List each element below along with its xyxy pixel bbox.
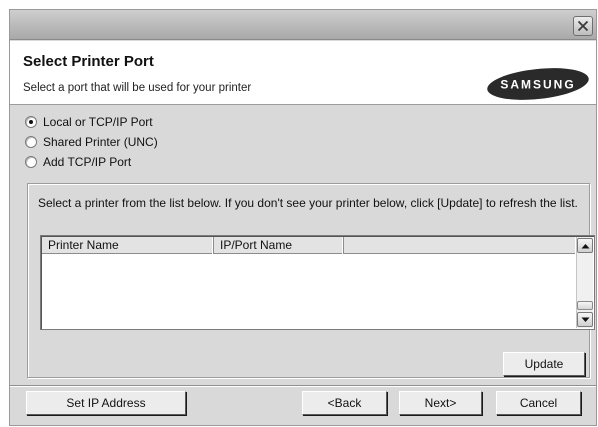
arrow-down-icon <box>581 317 589 322</box>
radio-button[interactable] <box>25 136 37 148</box>
logo-text: SAMSUNG <box>500 78 575 92</box>
radio-button[interactable] <box>25 156 37 168</box>
title-bar[interactable] <box>10 10 596 40</box>
column-printer-name[interactable]: Printer Name <box>42 237 214 254</box>
footer-separator <box>10 385 596 387</box>
close-icon <box>577 20 589 32</box>
scroll-down-button[interactable] <box>577 312 593 327</box>
page-title: Select Printer Port <box>23 53 154 70</box>
radio-shared-printer[interactable]: Shared Printer (UNC) <box>25 134 158 150</box>
list-instruction: Select a printer from the list below. If… <box>38 196 578 210</box>
scroll-thumb[interactable] <box>577 301 593 310</box>
column-empty[interactable] <box>344 237 577 254</box>
samsung-logo: SAMSUNG <box>487 68 589 100</box>
radio-add-tcpip[interactable]: Add TCP/IP Port <box>25 154 131 170</box>
back-button[interactable]: <Back <box>302 391 387 415</box>
close-button[interactable] <box>573 16 593 36</box>
radio-label: Add TCP/IP Port <box>43 155 132 169</box>
vertical-scrollbar[interactable] <box>576 237 593 328</box>
set-ip-address-button[interactable]: Set IP Address <box>26 391 186 415</box>
page-subtitle: Select a port that will be used for your… <box>23 82 252 94</box>
update-button[interactable]: Update <box>503 352 585 376</box>
list-header: Printer Name IP/Port Name <box>42 237 577 254</box>
radio-label: Local or TCP/IP Port <box>43 115 153 129</box>
printer-list[interactable]: Printer Name IP/Port Name <box>40 235 595 330</box>
column-ip-port-name[interactable]: IP/Port Name <box>214 237 344 254</box>
radio-button[interactable] <box>25 116 37 128</box>
cancel-button[interactable]: Cancel <box>496 391 581 415</box>
printer-list-group: Select a printer from the list below. If… <box>27 183 595 378</box>
arrow-up-icon <box>581 243 589 248</box>
radio-local-tcpip[interactable]: Local or TCP/IP Port <box>25 114 153 130</box>
next-button[interactable]: Next> <box>399 391 482 415</box>
wizard-header: Select Printer Port Select a port that w… <box>10 41 596 105</box>
dialog-window: Select Printer Port Select a port that w… <box>9 9 597 426</box>
scroll-up-button[interactable] <box>577 238 593 253</box>
radio-label: Shared Printer (UNC) <box>43 135 158 149</box>
